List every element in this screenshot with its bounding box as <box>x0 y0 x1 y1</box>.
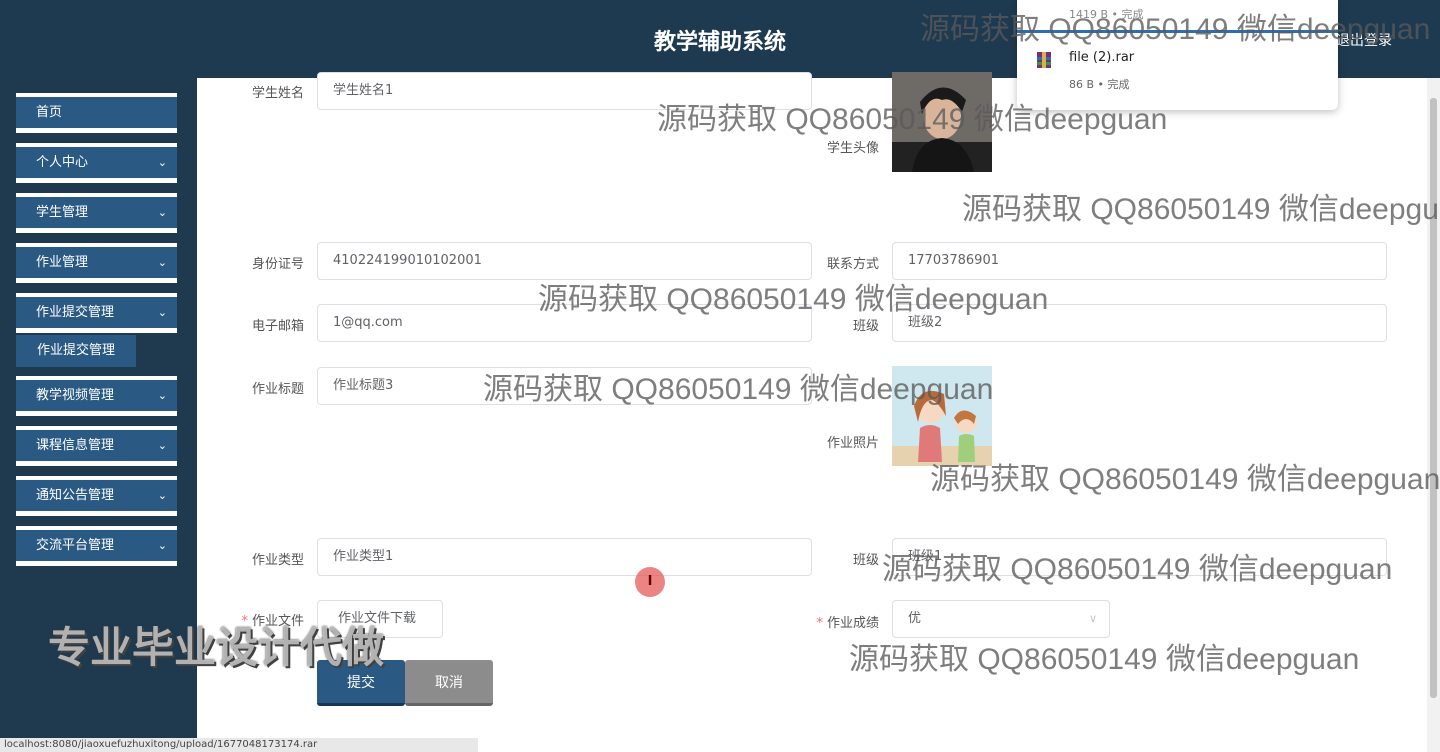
sidebar-item-teaching-video[interactable]: 教学视频管理 ⌄ <box>16 376 177 416</box>
student-name-label: 学生姓名 <box>251 86 304 101</box>
download-progress-bar <box>1017 30 1338 33</box>
student-avatar-image[interactable] <box>892 72 992 172</box>
chevron-down-icon: ∨ <box>1088 612 1097 625</box>
sidebar-item-forum[interactable]: 交流平台管理 ⌄ <box>16 526 177 566</box>
sidebar-item-homework-management[interactable]: 作业管理 ⌄ <box>16 243 177 283</box>
homework-score-label: * 作业成绩 <box>789 612 879 631</box>
chevron-down-icon: ⌄ <box>157 489 167 502</box>
email-field[interactable]: 1@qq.com <box>317 304 812 342</box>
homework-type-label: 作业类型 <box>251 553 304 568</box>
download-file-name[interactable]: file (2).rar <box>1069 50 1134 65</box>
sidebar-item-course-info[interactable]: 课程信息管理 ⌄ <box>16 426 177 466</box>
homework-title-field[interactable]: 作业标题3 <box>317 367 812 405</box>
class-field[interactable]: 班级2 <box>892 304 1387 342</box>
text-cursor-indicator: I <box>635 567 665 597</box>
avatar-label: 学生头像 <box>826 141 879 156</box>
sidebar-item-label: 教学视频管理 <box>36 388 115 403</box>
required-asterisk: * <box>816 616 823 631</box>
sidebar-item-label: 通知公告管理 <box>36 488 115 503</box>
class2-field[interactable]: 班级1 <box>892 538 1387 576</box>
chevron-down-icon: ⌄ <box>157 439 167 452</box>
sidebar-item-label: 学生管理 <box>36 205 89 220</box>
homework-type-field[interactable]: 作业类型1 <box>317 538 812 576</box>
chevron-down-icon: ⌄ <box>157 256 167 269</box>
homework-score-value: 优 <box>908 611 922 626</box>
sidebar-item-personal-center[interactable]: 个人中心 ⌄ <box>16 143 177 183</box>
scrollbar-thumb[interactable] <box>1430 98 1437 698</box>
email-label: 电子邮箱 <box>251 319 304 334</box>
submenu-homework-submission[interactable]: 作业提交管理 <box>16 335 136 367</box>
class-label: 班级 <box>852 319 879 334</box>
cancel-button[interactable]: 取消 <box>405 660 493 706</box>
logout-button[interactable]: 退出登录 <box>1336 30 1392 50</box>
homework-photo-label: 作业照片 <box>826 436 879 451</box>
homework-photo-image[interactable] <box>892 366 992 466</box>
sidebar-item-homework-submission[interactable]: 作业提交管理 ⌄ <box>16 293 177 333</box>
homework-title-label: 作业标题 <box>251 382 304 397</box>
sidebar-item-label: 首页 <box>36 105 63 120</box>
download-file-meta: 86 B • 完成 <box>1069 78 1130 91</box>
contact-field[interactable]: 17703786901 <box>892 242 1387 280</box>
archive-file-icon <box>1037 52 1051 68</box>
browser-status-bar: localhost:8080/jiaoxuefuzhuxitong/upload… <box>0 738 478 752</box>
sidebar-item-notice[interactable]: 通知公告管理 ⌄ <box>16 476 177 516</box>
sidebar-item-label: 交流平台管理 <box>36 538 115 553</box>
student-name-field[interactable]: 学生姓名1 <box>317 72 812 110</box>
chevron-down-icon: ⌄ <box>157 206 167 219</box>
download-prev-status: 1419 B • 完成 <box>1069 8 1144 21</box>
homework-score-label-text: 作业成绩 <box>826 616 879 631</box>
sidebar-item-student-management[interactable]: 学生管理 ⌄ <box>16 193 177 233</box>
id-number-label: 身份证号 <box>251 257 304 272</box>
sidebar-item-label: 课程信息管理 <box>36 438 115 453</box>
sidebar-item-label: 个人中心 <box>36 155 89 170</box>
sidebar-item-label: 作业提交管理 <box>36 305 115 320</box>
chevron-down-icon: ⌄ <box>157 156 167 169</box>
chevron-down-icon: ⌄ <box>157 389 167 402</box>
sidebar-item-label: 作业管理 <box>36 255 89 270</box>
homework-score-select[interactable]: 优 ∨ <box>892 600 1110 638</box>
chevron-down-icon: ⌄ <box>157 539 167 552</box>
id-number-field[interactable]: 410224199010102001 <box>317 242 812 280</box>
promo-overlay-text: 专业毕业设计代做 <box>48 623 385 672</box>
contact-label: 联系方式 <box>826 257 879 272</box>
download-popup[interactable]: 1419 B • 完成 file (2).rar 86 B • 完成 <box>1017 0 1338 110</box>
chevron-down-icon: ⌄ <box>157 306 167 319</box>
class2-label: 班级 <box>852 553 879 568</box>
sidebar-item-home[interactable]: 首页 <box>16 93 177 133</box>
vertical-scrollbar[interactable] <box>1427 78 1440 752</box>
